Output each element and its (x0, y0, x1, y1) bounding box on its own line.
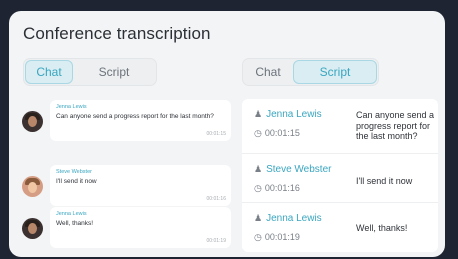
chat-time: 00:01:16 (206, 196, 226, 202)
chat-view-toggle: Chat Script (23, 58, 157, 86)
script-panel: ♟ Jenna Lewis ◷ 00:01:15 Can anyone send a… (242, 99, 438, 252)
chat-message: Jenna Lewis Well, thanks! 00:01:19 (22, 207, 232, 250)
script-speaker: ♟ Steve Webster (254, 164, 332, 175)
chat-sender: Steve Webster (56, 169, 92, 175)
user-icon: ♟ (254, 109, 263, 119)
script-speaker: ♟ Jenna Lewis (254, 109, 322, 120)
chat-bubble: Steve Webster I'll send it now 00:01:16 (50, 165, 231, 206)
script-text: Well, thanks! (356, 223, 408, 233)
script-speaker: ♟ Jenna Lewis (254, 213, 322, 224)
chat-bubble: Jenna Lewis Can anyone send a progress r… (50, 100, 231, 141)
clock-icon: ◷ (254, 128, 262, 138)
script-entry: ♟ Jenna Lewis ◷ 00:01:19 Well, thanks! (242, 202, 438, 251)
chat-text: Well, thanks! (56, 220, 94, 227)
tab-script-right[interactable]: Script (293, 60, 377, 84)
script-time: ◷ 00:01:19 (254, 232, 300, 242)
page-title: Conference transcription (23, 24, 211, 43)
tab-chat-left[interactable]: Chat (25, 60, 73, 84)
avatar (22, 111, 43, 132)
script-text: Can anyone send a progress report for th… (356, 110, 435, 141)
tab-chat-right[interactable]: Chat (247, 60, 289, 84)
script-view-toggle: Chat Script (242, 58, 379, 86)
chat-bubble: Jenna Lewis Well, thanks! 00:01:19 (50, 207, 231, 248)
script-entry: ♟ Steve Webster ◷ 00:01:16 I'll send it no… (242, 153, 438, 202)
clock-icon: ◷ (254, 183, 262, 193)
clock-icon: ◷ (254, 232, 262, 242)
chat-text: Can anyone send a progress report for th… (56, 113, 214, 120)
script-text: I'll send it now (356, 176, 413, 186)
user-icon: ♟ (254, 213, 263, 223)
script-time: ◷ 00:01:15 (254, 128, 300, 138)
transcription-card: Conference transcription Chat Script Cha… (9, 11, 445, 257)
chat-message: Steve Webster I'll send it now 00:01:16 (22, 165, 232, 208)
tab-script-left[interactable]: Script (82, 60, 146, 84)
avatar (22, 218, 43, 239)
avatar (22, 176, 43, 197)
user-icon: ♟ (254, 164, 263, 174)
script-entry: ♟ Jenna Lewis ◷ 00:01:15 Can anyone send a… (242, 99, 438, 147)
chat-text: I'll send it now (56, 178, 97, 185)
script-time: ◷ 00:01:16 (254, 183, 300, 193)
chat-time: 00:01:19 (206, 238, 226, 244)
chat-sender: Jenna Lewis (56, 211, 87, 217)
chat-time: 00:01:15 (206, 131, 226, 137)
chat-message: Jenna Lewis Can anyone send a progress r… (22, 100, 232, 143)
chat-sender: Jenna Lewis (56, 104, 87, 110)
